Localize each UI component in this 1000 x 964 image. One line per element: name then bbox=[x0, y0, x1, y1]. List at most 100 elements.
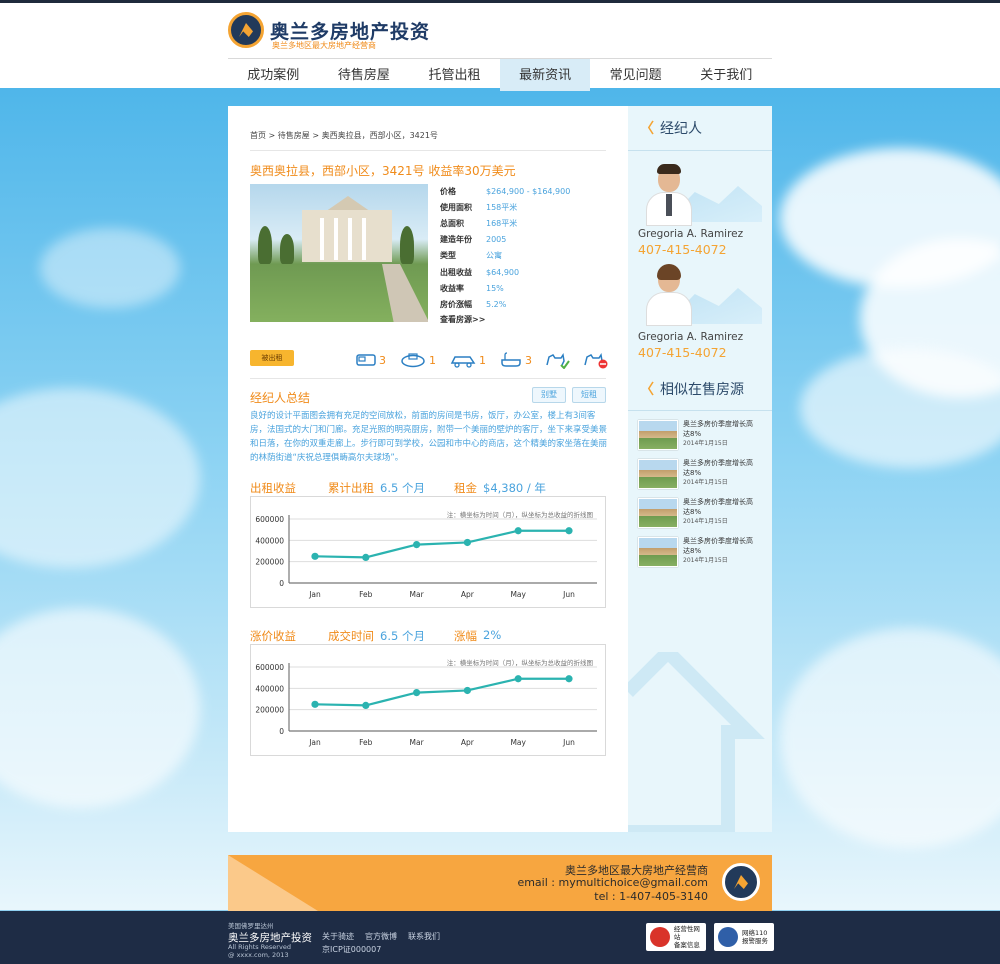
bathtub-icon bbox=[501, 352, 521, 367]
x-tick-label: Jun bbox=[562, 738, 575, 747]
similar-item[interactable]: 奥兰多房价季度增长高达8% 2014年1月15日 bbox=[638, 459, 768, 493]
view-listing-link[interactable]: 查看房源>> bbox=[440, 314, 570, 325]
data-point bbox=[413, 689, 421, 697]
agents-heading: 〈经纪人 bbox=[628, 106, 772, 150]
feature-pets-allowed bbox=[544, 350, 570, 370]
x-tick-label: Apr bbox=[461, 590, 475, 599]
spec-row: 使用面积 158平米 bbox=[440, 202, 518, 212]
footer-link-about[interactable]: 关于骑迹 bbox=[322, 931, 354, 942]
similar-thumb bbox=[638, 420, 678, 450]
nav-faq[interactable]: 常见问题 bbox=[590, 59, 681, 91]
data-point bbox=[565, 527, 573, 535]
footer-icp[interactable]: 京ICP证000007 bbox=[322, 944, 381, 955]
agent-photo[interactable] bbox=[644, 164, 694, 226]
footer-links: 关于骑迹 官方微博 联系我们 bbox=[322, 931, 440, 942]
police-icon bbox=[718, 927, 738, 947]
spec-row: 总面积 168平米 bbox=[440, 218, 518, 228]
nav-rental[interactable]: 托管出租 bbox=[409, 59, 500, 91]
data-point bbox=[362, 701, 370, 709]
summary-title: 经纪人总结 bbox=[250, 391, 311, 405]
bracket-icon: 〈 bbox=[640, 382, 654, 398]
x-tick-label: Jan bbox=[308, 738, 321, 747]
nav-success-cases[interactable]: 成功案例 bbox=[228, 59, 319, 91]
divider bbox=[250, 150, 606, 151]
footer-logo-icon bbox=[722, 863, 760, 901]
property-specs: 价格 $264,900 - $164,900 使用面积 158平米 总面积 168平米… bbox=[440, 183, 570, 325]
villa-button[interactable]: 别墅 bbox=[532, 387, 566, 403]
footer-link-weibo[interactable]: 官方微博 bbox=[365, 931, 397, 942]
data-point bbox=[565, 675, 573, 683]
y-tick-label: 0 bbox=[279, 727, 284, 736]
bed-icon bbox=[356, 354, 376, 366]
toilet-icon bbox=[401, 353, 425, 368]
site-footer: 美国佛罗里达州 奥兰多房地产投资 All Rights Reserved @ x… bbox=[0, 911, 1000, 964]
spec-row: 类型 公寓 bbox=[440, 251, 502, 261]
y-tick-label: 200000 bbox=[255, 706, 284, 715]
similar-item[interactable]: 奥兰多房价季度增长高达8% 2014年1月15日 bbox=[638, 498, 768, 532]
police-badge[interactable]: 网络110 报警服务 bbox=[714, 923, 774, 951]
pet-allowed-icon bbox=[546, 353, 570, 369]
short-rent-button[interactable]: 短租 bbox=[572, 387, 606, 403]
main-panel: 首页 > 待售房屋 > 奥西奥拉县，西部小区，3421号 奥西奥拉县，西部小区，… bbox=[228, 106, 628, 832]
data-point bbox=[514, 527, 522, 535]
spec-row: 出租收益 $64,900 bbox=[440, 267, 520, 277]
x-tick-label: Jun bbox=[562, 590, 575, 599]
rental-chart: 注：横坐标为时间（月），纵坐标为总收益的折线图 0 200000 400000 6000… bbox=[250, 496, 606, 608]
x-tick-label: Jan bbox=[308, 590, 321, 599]
bracket-icon: 〈 bbox=[640, 121, 654, 137]
similar-item[interactable]: 奥兰多房价季度增长高达8% 2014年1月15日 bbox=[638, 420, 768, 454]
nav-news[interactable]: 最新资讯 bbox=[499, 59, 591, 91]
nav-about[interactable]: 关于我们 bbox=[681, 59, 772, 91]
footer-location: 美国佛罗里达州 bbox=[228, 922, 274, 930]
logo-subtitle: 奥兰多地区最大房地产经营商 bbox=[272, 41, 376, 50]
house-outline-icon bbox=[628, 652, 765, 832]
y-tick-label: 600000 bbox=[255, 515, 284, 524]
no-pet-icon bbox=[584, 353, 608, 369]
property-photo[interactable] bbox=[250, 184, 428, 322]
x-tick-label: May bbox=[510, 738, 526, 747]
x-tick-label: Feb bbox=[359, 738, 373, 747]
breadcrumb[interactable]: 首页 > 待售房屋 > 奥西奥拉县，西部小区，3421号 bbox=[250, 130, 438, 141]
similar-heading: 〈相似在售房源 bbox=[628, 367, 772, 411]
data-point bbox=[463, 686, 471, 695]
sidebar: 〈经纪人 Gregoria A. Ramirez 407-415-4072 Gr… bbox=[628, 106, 772, 832]
feature-no-pets bbox=[582, 350, 608, 370]
agent-photo[interactable] bbox=[644, 264, 694, 326]
agent-phone: 407-415-4072 bbox=[638, 345, 727, 360]
rental-stats: 出租收益 累计出租 6.5 个月 租金 $4,380 / 年 bbox=[250, 481, 546, 495]
data-point bbox=[413, 541, 421, 549]
data-point bbox=[362, 553, 370, 561]
property-title: 奥西奥拉县，西部小区，3421号 收益率30万美元 bbox=[250, 164, 516, 178]
chart-note: 注：横坐标为时间（月），纵坐标为总收益的折线图 bbox=[447, 510, 593, 519]
spec-row: 房价涨幅 5.2% bbox=[440, 299, 507, 309]
car-icon bbox=[450, 356, 476, 368]
feature-garage: 1 bbox=[450, 350, 486, 370]
spec-row: 收益率 15% bbox=[440, 283, 504, 293]
agent-phone: 407-415-4072 bbox=[638, 242, 727, 257]
similar-item[interactable]: 奥兰多房价季度增长高达8% 2014年1月15日 bbox=[638, 537, 768, 571]
shield-icon bbox=[650, 927, 670, 947]
footer-email[interactable]: email : mymultichoice@gmail.com bbox=[517, 876, 708, 889]
appreciation-stats: 涨价收益 成交时间 6.5 个月 涨幅 2% bbox=[250, 628, 502, 643]
footer-phone: tel : 1-407-405-3140 bbox=[594, 890, 708, 903]
logo-icon[interactable] bbox=[228, 12, 264, 48]
footer-contact: 奥兰多地区最大房地产经营商 email : mymultichoice@gmai… bbox=[228, 855, 772, 911]
footer-link-contact[interactable]: 联系我们 bbox=[408, 931, 440, 942]
similar-thumb bbox=[638, 537, 678, 567]
y-tick-label: 400000 bbox=[255, 536, 284, 545]
x-tick-label: Mar bbox=[410, 738, 425, 747]
x-tick-label: Mar bbox=[410, 590, 425, 599]
x-tick-label: Apr bbox=[461, 738, 475, 747]
data-point bbox=[311, 700, 319, 708]
series-line bbox=[314, 529, 569, 559]
rented-tag: 被出租 bbox=[250, 350, 294, 366]
footer-copyright: @ xxxx.com, 2013 bbox=[228, 951, 289, 959]
nav-for-sale[interactable]: 待售房屋 bbox=[319, 59, 410, 91]
spec-row: 建造年份 2005 bbox=[440, 235, 507, 245]
agent-name[interactable]: Gregoria A. Ramirez bbox=[638, 331, 743, 343]
summary-text: 良好的设计平面图会拥有充足的空间放松，前面的房间是书房，饭厅，办公室，楼上有3间… bbox=[250, 411, 608, 463]
agent-name[interactable]: Gregoria A. Ramirez bbox=[638, 228, 743, 240]
x-tick-label: May bbox=[510, 590, 526, 599]
site-record-badge[interactable]: 经营性网站 备案信息 bbox=[646, 923, 706, 951]
data-point bbox=[311, 552, 319, 560]
